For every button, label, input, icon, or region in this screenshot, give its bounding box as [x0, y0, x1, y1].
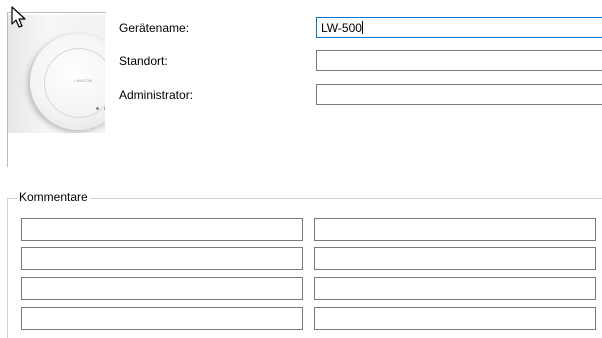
comments-group-border: [7, 198, 602, 199]
comment-field-6[interactable]: [314, 277, 596, 300]
comment-field-5[interactable]: [21, 277, 303, 300]
comment-field-4[interactable]: [314, 247, 596, 270]
comments-legend: Kommentare: [17, 190, 90, 204]
device-name-input[interactable]: LW-500: [316, 17, 602, 38]
device-name-value: LW-500: [321, 21, 362, 35]
comment-field-2[interactable]: [314, 218, 596, 241]
comment-field-7[interactable]: [21, 307, 303, 330]
comment-field-1[interactable]: [21, 218, 303, 241]
administrator-label: Administrator:: [119, 88, 194, 102]
administrator-input[interactable]: [316, 84, 602, 105]
access-point-icon: LANCOM: [30, 34, 105, 130]
comment-field-3[interactable]: [21, 247, 303, 270]
device-name-label: Gerätename:: [119, 21, 190, 35]
comment-field-8[interactable]: [314, 307, 596, 330]
location-input[interactable]: [316, 50, 602, 71]
comments-group-border-left: [7, 198, 8, 338]
device-brand-text: LANCOM: [74, 78, 93, 83]
device-image: LANCOM: [8, 15, 105, 133]
location-label: Standort:: [119, 54, 168, 68]
mouse-cursor-icon: [11, 6, 26, 28]
text-caret: [361, 21, 363, 34]
